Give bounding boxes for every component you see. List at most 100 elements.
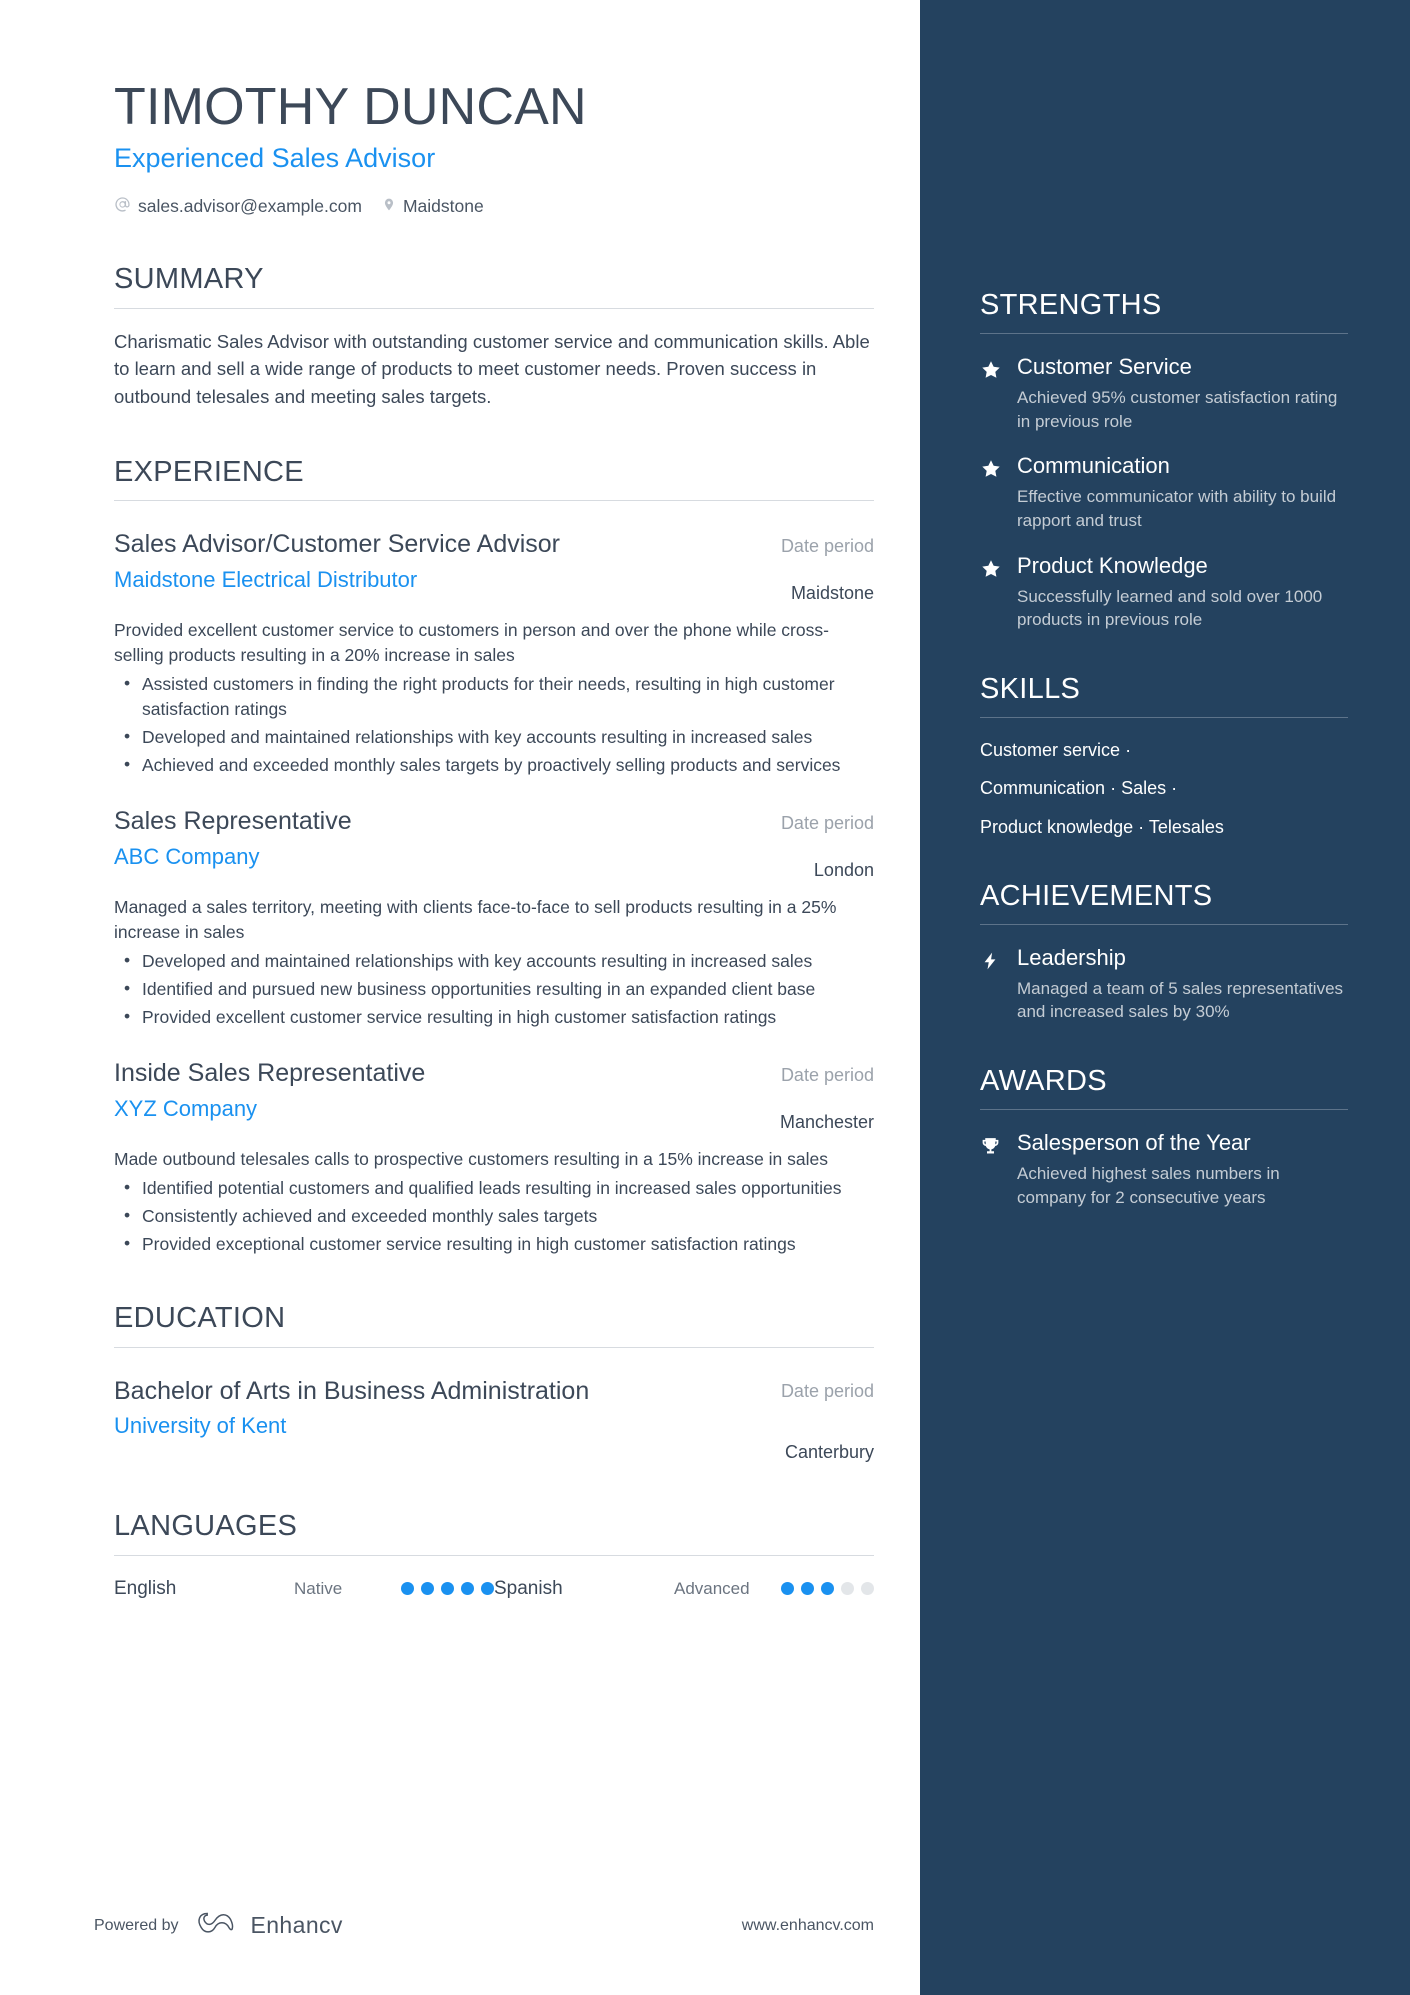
entry-date: Date period — [780, 536, 874, 557]
entry-header: Inside Sales Representative XYZ Company … — [114, 1058, 874, 1134]
awards-list: Salesperson of the Year Achieved highest… — [980, 1130, 1348, 1209]
skill-line: Customer service · — [980, 738, 1348, 762]
strengths-heading: STRENGTHS — [980, 289, 1162, 321]
bullet-item: Consistently achieved and exceeded month… — [114, 1203, 874, 1229]
skill-separator: · — [1171, 778, 1178, 799]
summary-section: SUMMARY Charismatic Sales Advisor with o… — [114, 262, 874, 411]
language-name: Spanish — [494, 1577, 563, 1599]
rating-dot — [421, 1582, 434, 1596]
skill-separator: · — [1138, 816, 1145, 837]
summary-text: Charismatic Sales Advisor with outstandi… — [114, 330, 870, 407]
rating-dot — [441, 1582, 454, 1596]
section-divider — [114, 307, 874, 309]
rating-dot — [801, 1582, 814, 1596]
trophy-icon — [980, 1130, 1004, 1209]
contact-email[interactable]: sales.advisor@example.com — [114, 196, 362, 218]
achievements-heading: ACHIEVEMENTS — [980, 879, 1213, 912]
experience-section: EXPERIENCE Sales Advisor/Customer Servic… — [114, 456, 874, 1257]
summary-heading: SUMMARY — [114, 262, 264, 295]
bullet-item: Provided excellent customer service resu… — [114, 1004, 874, 1030]
strengths-section: STRENGTHS Customer Service Achieved 95% … — [980, 289, 1348, 632]
bullet-item: Provided exceptional customer service re… — [114, 1231, 874, 1257]
strengths-list: Customer Service Achieved 95% customer s… — [980, 354, 1348, 632]
rating-dot — [461, 1582, 474, 1596]
sidebar-item-title: Salesperson of the Year — [1017, 1130, 1251, 1156]
sidebar-item-title: Product Knowledge — [1017, 552, 1208, 578]
at-icon — [114, 196, 131, 218]
enhancv-logo-icon — [195, 1910, 235, 1941]
language-item: Spanish Advanced — [494, 1578, 874, 1600]
rating-dot — [821, 1582, 834, 1596]
powered-by-block: Powered by Enhancv — [94, 1910, 343, 1941]
entry-organization[interactable]: ABC Company — [114, 843, 757, 871]
entry-organization[interactable]: University of Kent — [114, 1412, 757, 1440]
sidebar-item-description: Managed a team of 5 sales representative… — [1017, 978, 1344, 1022]
languages-section: LANGUAGES English Native Spanish Advance… — [114, 1510, 874, 1600]
bullet-item: Developed and maintained relationships w… — [114, 948, 874, 974]
entry-organization[interactable]: XYZ Company — [114, 1095, 756, 1123]
skill-line: Product knowledge · Telesales — [980, 815, 1348, 839]
star-icon — [980, 453, 1004, 532]
entry-description: Managed a sales territory, meeting with … — [114, 897, 837, 943]
map-pin-icon — [382, 196, 396, 218]
entry-location: Manchester — [779, 1111, 874, 1132]
entry-location: London — [813, 859, 874, 880]
skills-section: SKILLS Customer service · Communication … — [980, 673, 1348, 839]
skill-tag: Sales — [1121, 778, 1167, 799]
entry-role: Bachelor of Arts in Business Administrat… — [114, 1376, 590, 1405]
languages-list: English Native Spanish Advanced — [114, 1578, 874, 1600]
sidebar-item: Leadership Managed a team of 5 sales rep… — [980, 945, 1348, 1024]
skill-tag: Telesales — [1148, 816, 1224, 837]
education-heading: EDUCATION — [114, 1302, 286, 1335]
star-icon — [980, 354, 1004, 433]
language-item: English Native — [114, 1578, 494, 1600]
entry-role: Sales Representative — [114, 807, 352, 836]
experience-list: Sales Advisor/Customer Service Advisor M… — [114, 529, 874, 1257]
sidebar-item-description: Achieved highest sales numbers in compan… — [1017, 1163, 1280, 1207]
section-divider — [980, 332, 1348, 334]
sidebar-item: Salesperson of the Year Achieved highest… — [980, 1130, 1348, 1209]
contact-email-text: sales.advisor@example.com — [138, 196, 362, 217]
skill-tag: Product knowledge — [980, 816, 1134, 837]
skills-heading: SKILLS — [980, 673, 1081, 706]
lightning-bolt-icon — [980, 945, 1004, 1024]
section-divider — [980, 717, 1348, 719]
language-rating — [401, 1582, 494, 1596]
skill-separator: · — [1125, 740, 1132, 761]
contact-location: Maidstone — [382, 196, 484, 218]
bullet-item: Achieved and exceeded monthly sales targ… — [114, 752, 874, 778]
entry-bullets: Developed and maintained relationships w… — [114, 948, 874, 1030]
skill-separator: · — [1110, 778, 1117, 799]
entry-date: Date period — [780, 1380, 874, 1401]
skills-list: Customer service · Communication · Sales… — [980, 738, 1348, 839]
entry-header: Sales Representative ABC Company Date pe… — [114, 806, 874, 882]
section-divider — [114, 1554, 874, 1556]
entry-date: Date period — [780, 813, 874, 834]
sidebar-item-description: Successfully learned and sold over 1000 … — [1017, 586, 1323, 630]
entry-bullets: Assisted customers in finding the right … — [114, 671, 874, 778]
contact-row: sales.advisor@example.com Maidstone — [114, 196, 874, 218]
entry-description: Made outbound telesales calls to prospec… — [114, 1148, 828, 1169]
sidebar-item-title: Communication — [1017, 453, 1170, 479]
bullet-item: Identified potential customers and quali… — [114, 1175, 874, 1201]
sidebar-item-description: Achieved 95% customer satisfaction ratin… — [1017, 387, 1338, 431]
entry-organization[interactable]: Maidstone Electrical Distributor — [114, 566, 757, 594]
sidebar-item: Communication Effective communicator wit… — [980, 453, 1348, 532]
star-icon — [980, 553, 1004, 632]
rating-dot — [401, 1582, 414, 1596]
footer-url[interactable]: www.enhancv.com — [742, 1917, 874, 1935]
rating-dot — [481, 1582, 494, 1596]
experience-entry: Bachelor of Arts in Business Administrat… — [114, 1376, 874, 1465]
awards-section: AWARDS Salesperson of the Year Achieved … — [980, 1065, 1348, 1209]
achievements-section: ACHIEVEMENTS Leadership Managed a team o… — [980, 879, 1348, 1024]
powered-by-label: Powered by — [94, 1916, 179, 1934]
achievements-list: Leadership Managed a team of 5 sales rep… — [980, 945, 1348, 1024]
education-section: EDUCATION Bachelor of Arts in Business A… — [114, 1302, 874, 1465]
footer: Powered by Enhancv www.enhancv.com — [94, 1910, 874, 1941]
job-title: Experienced Sales Advisor — [114, 143, 436, 174]
rating-dot — [781, 1582, 794, 1596]
skill-tag: Communication — [980, 778, 1106, 799]
sidebar-item-title: Customer Service — [1017, 353, 1192, 379]
bullet-item: Assisted customers in finding the right … — [114, 671, 874, 722]
brand-name: Enhancv — [250, 1912, 343, 1938]
